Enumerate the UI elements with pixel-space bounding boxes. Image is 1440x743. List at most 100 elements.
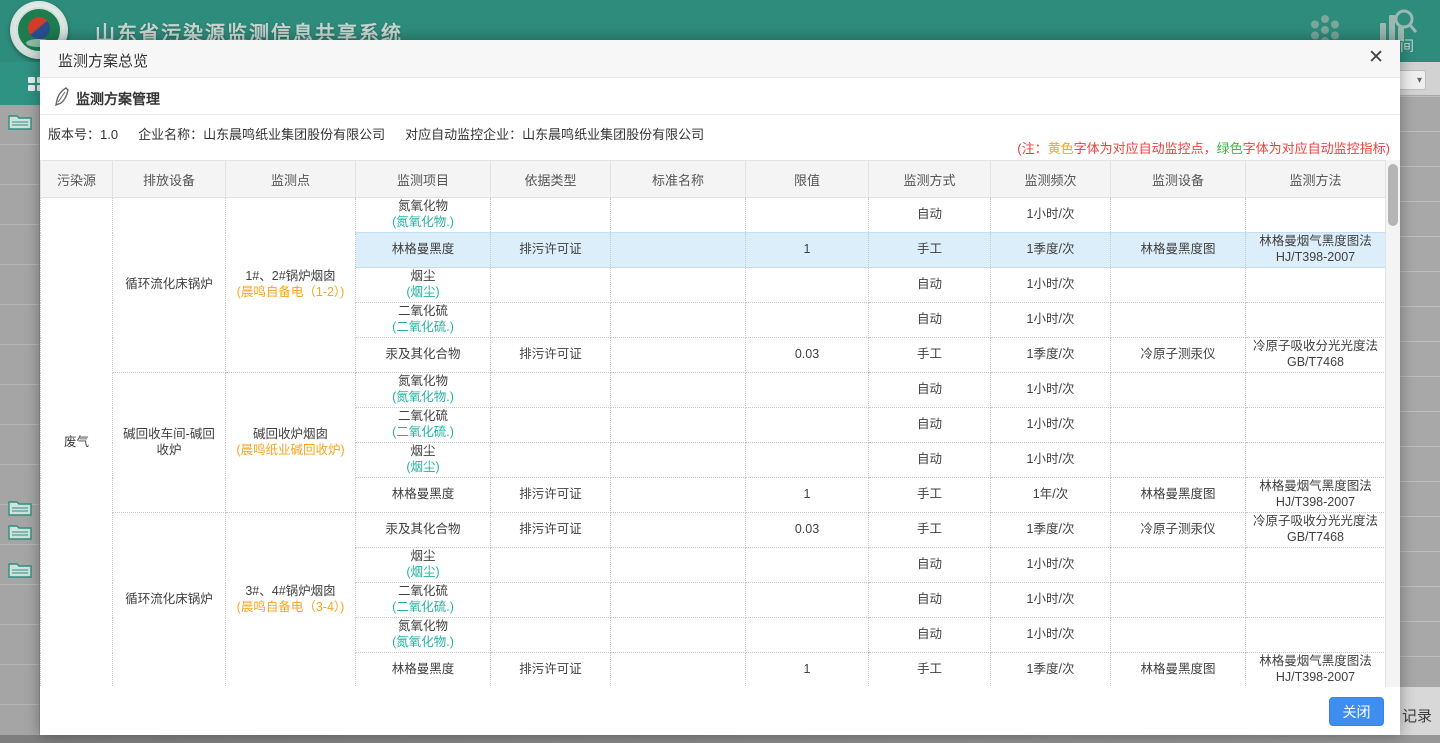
cell-basis (491, 618, 611, 653)
cell-standard (611, 303, 746, 338)
background-record-text: 记录 (1402, 705, 1432, 726)
cell-limit (746, 548, 869, 583)
cell-method (1246, 618, 1386, 653)
note-mid: 字体为对应自动监控点， (1074, 141, 1217, 156)
cell-method: 林格曼烟气黑度图法HJ/T398-2007 (1246, 653, 1386, 688)
cell-freq: 1小时/次 (991, 268, 1111, 303)
cell-equip (1111, 268, 1246, 303)
cell-limit (746, 618, 869, 653)
cell-mode: 手工 (869, 478, 991, 513)
cell-basis: 排污许可证 (491, 338, 611, 373)
column-header: 依据类型 (491, 161, 611, 198)
cell-limit: 1 (746, 478, 869, 513)
close-icon[interactable]: ✕ (1368, 48, 1384, 68)
cell-basis (491, 268, 611, 303)
cell-standard (611, 268, 746, 303)
table-row[interactable]: 废气循环流化床锅炉1#、2#锅炉烟囱(晨鸣自备电（1-2）)氮氧化物(氮氧化物.… (41, 198, 1386, 233)
cell-equip: 林格曼黑度图 (1111, 653, 1246, 688)
modal-footer: 关闭 (40, 687, 1400, 735)
cell-standard (611, 583, 746, 618)
legend-note: (注：黄色字体为对应自动监控点，绿色字体为对应自动监控指标) (1017, 138, 1390, 157)
chevron-down-icon: ▾ (1417, 75, 1422, 86)
auto-company-value: 山东晨鸣纸业集团股份有限公司 (522, 127, 704, 142)
column-header: 监测设备 (1111, 161, 1246, 198)
cell-item: 汞及其化合物 (356, 513, 491, 548)
plan-table-wrap: 污染源排放设备监测点监测项目依据类型标准名称限值监测方式监测频次监测设备监测方法… (40, 160, 1400, 687)
cell-standard (611, 198, 746, 233)
cell-method (1246, 198, 1386, 233)
cell-mode: 自动 (869, 583, 991, 618)
cell-freq: 1小时/次 (991, 443, 1111, 478)
cell-method: 林格曼烟气黑度图法HJ/T398-2007 (1246, 233, 1386, 268)
cell-item: 氮氧化物(氮氧化物.) (356, 198, 491, 233)
cell-freq: 1小时/次 (991, 303, 1111, 338)
cell-method (1246, 373, 1386, 408)
company-value: 山东晨鸣纸业集团股份有限公司 (203, 127, 385, 142)
cell-equip (1111, 583, 1246, 618)
cell-equip (1111, 618, 1246, 653)
cell-basis (491, 443, 611, 478)
cell-device: 循环流化床锅炉 (113, 198, 226, 373)
cell-item: 烟尘(烟尘) (356, 443, 491, 478)
monitoring-plan-modal: 监测方案总览 ✕ 监测方案管理 版本号：1.0企业名称：山东晨鸣纸业集团股份有限… (40, 40, 1400, 735)
note-yellow: 黄色 (1048, 141, 1074, 156)
table-row[interactable]: 碱回收车间-碱回收炉碱回收炉烟囱(晨鸣纸业碱回收炉)氮氧化物(氮氧化物.)自动1… (41, 373, 1386, 408)
cell-equip (1111, 198, 1246, 233)
background-page-right (1400, 62, 1440, 735)
cell-standard (611, 478, 746, 513)
sidebar-folder-icon[interactable] (8, 112, 32, 130)
cell-standard (611, 513, 746, 548)
version-label: 版本号： (48, 127, 100, 142)
sidebar-folder-icon[interactable] (8, 560, 32, 578)
cell-point: 1#、2#锅炉烟囱(晨鸣自备电（1-2）) (226, 198, 356, 373)
cell-equip: 林格曼黑度图 (1111, 233, 1246, 268)
cell-equip: 冷原子测汞仪 (1111, 513, 1246, 548)
cell-limit: 1 (746, 653, 869, 688)
column-header: 监测方式 (869, 161, 991, 198)
background-dropdown[interactable]: ▾ (1396, 70, 1426, 90)
cell-limit (746, 303, 869, 338)
cell-item: 二氧化硫(二氧化硫.) (356, 303, 491, 338)
column-header: 限值 (746, 161, 869, 198)
plan-info: 版本号：1.0企业名称：山东晨鸣纸业集团股份有限公司对应自动监控企业：山东晨鸣纸… (48, 124, 724, 143)
column-header: 监测方法 (1246, 161, 1386, 198)
cell-standard (611, 443, 746, 478)
screen: 山东省污染源监测信息共享系统 间 (0, 0, 1440, 743)
background-label-partial: 间 (1400, 36, 1414, 56)
cell-device: 碱回收车间-碱回收炉 (113, 373, 226, 513)
column-header: 监测频次 (991, 161, 1111, 198)
cell-basis (491, 303, 611, 338)
cell-limit (746, 408, 869, 443)
sidebar (0, 105, 40, 735)
background-bottom-strip (0, 735, 1440, 743)
scrollbar-thumb[interactable] (1388, 164, 1398, 226)
column-header: 污染源 (41, 161, 113, 198)
cell-point: 3#、4#锅炉烟囱(晨鸣自备电（3-4）) (226, 513, 356, 688)
cell-mode: 自动 (869, 198, 991, 233)
cell-method (1246, 268, 1386, 303)
sidebar-folder-icon[interactable] (8, 522, 32, 540)
cell-freq: 1小时/次 (991, 618, 1111, 653)
cell-equip (1111, 303, 1246, 338)
monitoring-plan-table: 污染源排放设备监测点监测项目依据类型标准名称限值监测方式监测频次监测设备监测方法… (40, 160, 1386, 687)
cell-method (1246, 303, 1386, 338)
cell-limit (746, 443, 869, 478)
cell-freq: 1季度/次 (991, 653, 1111, 688)
section-header: 监测方案管理 (40, 78, 1400, 115)
cell-basis (491, 198, 611, 233)
close-button[interactable]: 关闭 (1329, 697, 1384, 726)
cell-equip: 林格曼黑度图 (1111, 478, 1246, 513)
cell-equip (1111, 443, 1246, 478)
cell-equip (1111, 548, 1246, 583)
sidebar-folder-icon[interactable] (8, 498, 32, 516)
cell-item: 烟尘(烟尘) (356, 548, 491, 583)
cell-freq: 1季度/次 (991, 338, 1111, 373)
note-suffix: 字体为对应自动监控指标) (1243, 141, 1390, 156)
cell-item: 林格曼黑度 (356, 478, 491, 513)
table-row[interactable]: 循环流化床锅炉3#、4#锅炉烟囱(晨鸣自备电（3-4）)汞及其化合物排污许可证0… (41, 513, 1386, 548)
cell-mode: 自动 (869, 303, 991, 338)
info-bar: 版本号：1.0企业名称：山东晨鸣纸业集团股份有限公司对应自动监控企业：山东晨鸣纸… (40, 115, 1400, 160)
cell-mode: 自动 (869, 618, 991, 653)
cell-standard (611, 233, 746, 268)
cell-basis (491, 408, 611, 443)
